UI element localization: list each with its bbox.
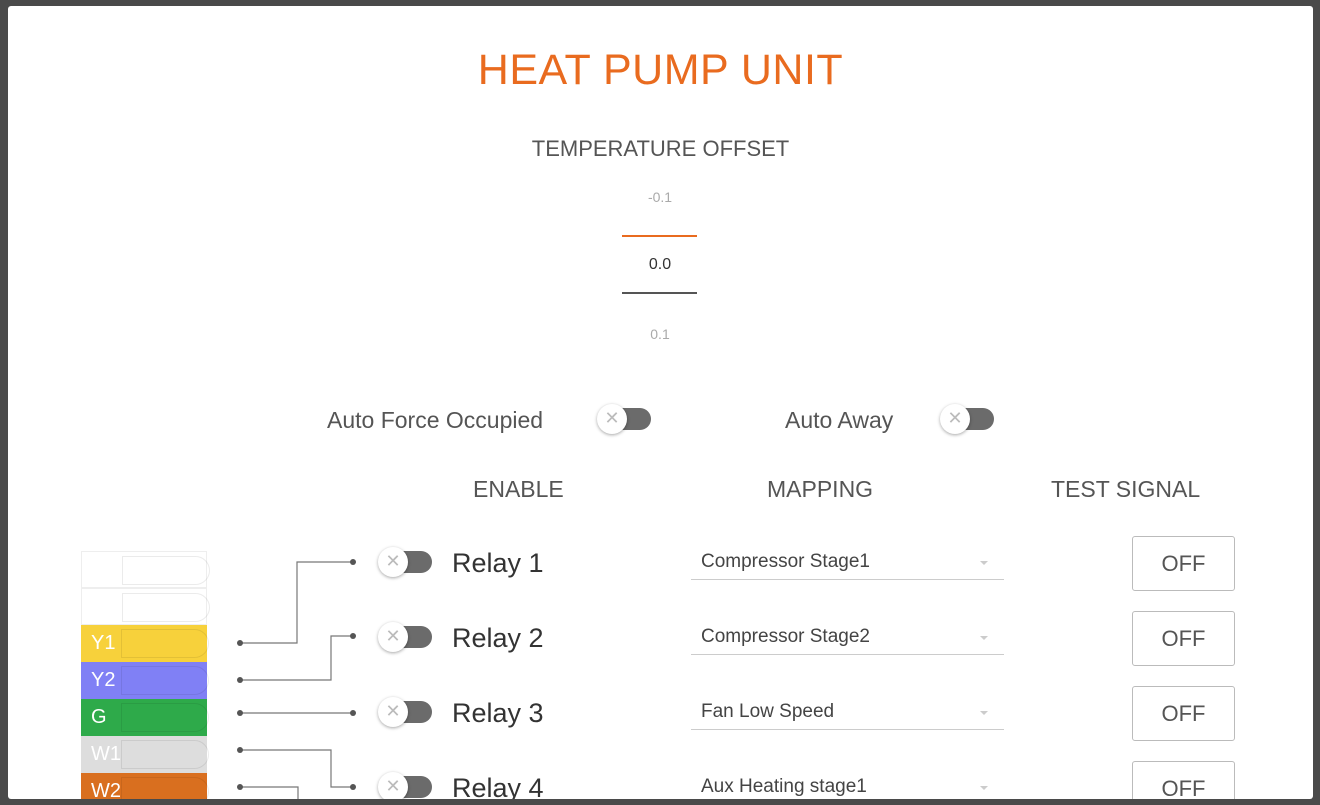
relay-3-label: Relay 3: [452, 698, 544, 728]
mapping-value: Aux Heating stage1: [701, 776, 867, 797]
wire-dot: [350, 633, 356, 639]
wiring-diagram: [237, 559, 356, 799]
heat-pump-dialog: HEAT PUMP UNIT TEMPERATURE OFFSET -0.1 0…: [8, 6, 1313, 799]
relay-2-enable-toggle[interactable]: ✕: [378, 622, 432, 652]
wire-dot: [237, 710, 243, 716]
relay-4-enable-toggle[interactable]: ✕: [378, 772, 432, 799]
dropdown-arrow-icon: [980, 636, 988, 640]
relay-2-mapping-select[interactable]: Compressor Stage2: [691, 624, 1004, 655]
relay-2-test-button[interactable]: OFF: [1132, 611, 1235, 666]
relay-3-enable-toggle[interactable]: ✕: [378, 697, 432, 727]
wire-w2: [240, 786, 299, 799]
wire-dot: [237, 677, 243, 683]
relay-1-test-button[interactable]: OFF: [1132, 536, 1235, 591]
close-icon: ✕: [378, 772, 408, 799]
mapping-value: Compressor Stage2: [701, 626, 870, 647]
dropdown-arrow-icon: [980, 561, 988, 565]
wire-dot: [237, 747, 243, 753]
close-icon: ✕: [378, 547, 408, 577]
relay-4-label: Relay 4: [452, 773, 544, 799]
wire-dot: [237, 784, 243, 790]
wire-w1-relay4: [240, 749, 353, 788]
mapping-value: Fan Low Speed: [701, 701, 835, 722]
relay-1-enable-toggle[interactable]: ✕: [378, 547, 432, 577]
relay-1-label: Relay 1: [452, 548, 544, 578]
close-icon: ✕: [378, 697, 408, 727]
relay-2-label: Relay 2: [452, 623, 544, 653]
wire-dot: [350, 559, 356, 565]
close-icon: ✕: [378, 622, 408, 652]
dropdown-arrow-icon: [980, 711, 988, 715]
wire-dot: [350, 710, 356, 716]
relay-1-mapping-select[interactable]: Compressor Stage1: [691, 549, 1004, 580]
wire-dot: [350, 784, 356, 790]
relay-3-mapping-select[interactable]: Fan Low Speed: [691, 699, 1004, 730]
relay-4-test-button[interactable]: OFF: [1132, 761, 1235, 799]
wire-dot: [237, 640, 243, 646]
mapping-value: Compressor Stage1: [701, 551, 870, 572]
relay-3-test-button[interactable]: OFF: [1132, 686, 1235, 741]
wire-y1-relay1: [240, 561, 353, 644]
dropdown-arrow-icon: [980, 786, 988, 790]
relay-4-mapping-select[interactable]: Aux Heating stage1: [691, 774, 1004, 799]
